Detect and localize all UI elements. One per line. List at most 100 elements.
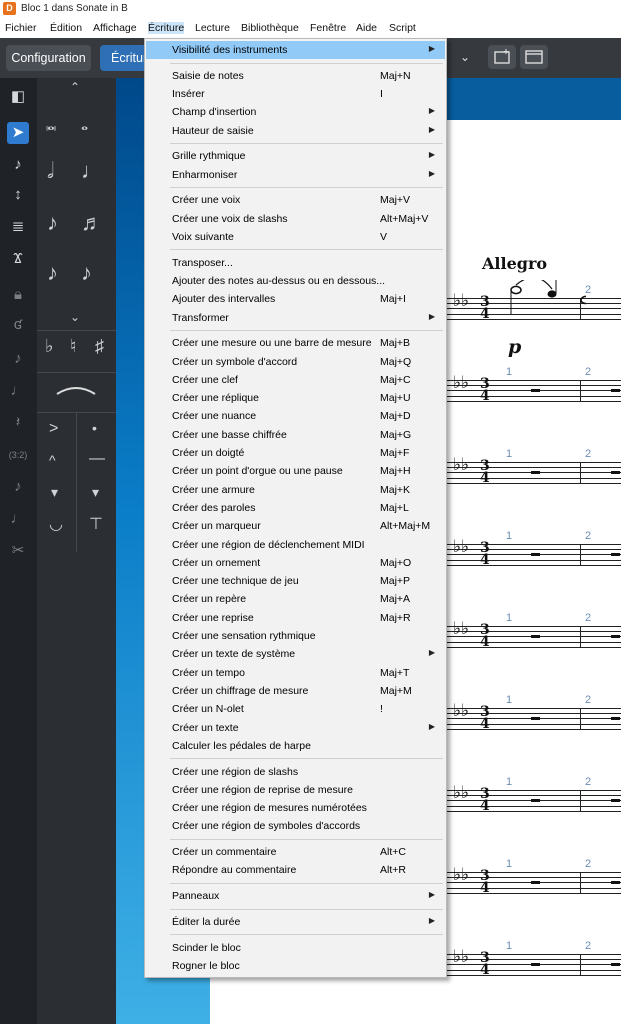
- tie-icon[interactable]: ʛ: [7, 314, 29, 336]
- rest-icon[interactable]: 𝄽: [7, 412, 29, 434]
- tuplet-icon[interactable]: ≣: [7, 216, 29, 238]
- chord-icon[interactable]: Ϫ: [7, 248, 29, 270]
- menu-item[interactable]: Créer un marqueur Alt+Maj+M: [146, 517, 445, 535]
- menu-item[interactable]: Créer un point d'orgue ou une pause Maj+H: [146, 462, 445, 480]
- whole-rest[interactable]: [611, 881, 620, 885]
- unstress-icon[interactable]: ⊤: [89, 514, 103, 534]
- menu-item[interactable]: Panneaux ▶: [146, 887, 445, 905]
- sixty-fourth-note-icon[interactable]: ♪: [81, 260, 92, 286]
- tab-configuration[interactable]: Configuration: [6, 45, 91, 71]
- dynamic-marking[interactable]: p: [508, 336, 521, 358]
- whole-note-icon[interactable]: 𝅝: [81, 114, 88, 135]
- menu-item[interactable]: Créer un ornement Maj+O: [146, 554, 445, 572]
- menu-item[interactable]: Créer une région de slashs: [146, 763, 445, 781]
- select-arrow-icon[interactable]: ➤: [7, 122, 29, 144]
- dotted-note-icon[interactable]: ♩: [7, 380, 29, 402]
- menu-item[interactable]: Créer un chiffrage de mesure Maj+M: [146, 682, 445, 700]
- menu-script[interactable]: Script: [389, 22, 416, 34]
- tempo-marking[interactable]: Allegro: [482, 254, 547, 273]
- quarter-note-icon[interactable]: ♩: [81, 158, 103, 184]
- staccato-icon[interactable]: •: [92, 420, 97, 436]
- menu-item[interactable]: Créer une mesure ou une barre de mesure M…: [146, 334, 445, 352]
- menu-item[interactable]: Ajouter des notes au-dessus ou en dessou…: [146, 272, 445, 290]
- whole-rest[interactable]: [611, 963, 620, 967]
- whole-rest[interactable]: [531, 471, 540, 475]
- menu-bibliotheque[interactable]: Bibliothèque: [241, 22, 299, 34]
- menu-item[interactable]: Créer une technique de jeu Maj+P: [146, 572, 445, 590]
- whole-rest[interactable]: [531, 389, 540, 393]
- menu-item[interactable]: Répondre au commentaire Alt+R: [146, 861, 445, 879]
- menu-item[interactable]: Créer un commentaire Alt+C: [146, 843, 445, 861]
- slur-icon[interactable]: [55, 384, 97, 399]
- menu-item[interactable]: Créer une région de symboles d'accords: [146, 817, 445, 835]
- menu-item[interactable]: Transformer ▶: [146, 309, 445, 327]
- menu-item[interactable]: Créer une reprise Maj+R: [146, 609, 445, 627]
- marcato-icon[interactable]: ^: [49, 452, 56, 468]
- stress-icon[interactable]: ◡: [49, 514, 63, 534]
- menu-item[interactable]: Créer une région de mesures numérotées: [146, 799, 445, 817]
- menu-item[interactable]: Créer une basse chiffrée Maj+G: [146, 426, 445, 444]
- menu-fichier[interactable]: Fichier: [5, 22, 37, 34]
- chevron-up-icon[interactable]: ⌃: [70, 80, 80, 94]
- menu-item[interactable]: Créer un symbole d'accord Maj+Q: [146, 353, 445, 371]
- menu-item[interactable]: Calculer les pédales de harpe: [146, 737, 445, 755]
- menu-lecture[interactable]: Lecture: [195, 22, 230, 34]
- whole-rest[interactable]: [611, 553, 620, 557]
- breve-icon[interactable]: 𝅜: [46, 114, 56, 135]
- menu-item[interactable]: Créer une voix Maj+V: [146, 191, 445, 209]
- grace-note-icon[interactable]: ♪: [7, 476, 29, 498]
- add-note-icon[interactable]: ♪: [7, 348, 29, 370]
- thirty-second-note-icon[interactable]: ♪: [47, 260, 58, 286]
- whole-rest[interactable]: [531, 799, 540, 803]
- whole-rest[interactable]: [611, 389, 620, 393]
- whole-rest[interactable]: [611, 471, 620, 475]
- menu-item[interactable]: Créer une clef Maj+C: [146, 371, 445, 389]
- tenuto-icon[interactable]: —: [89, 450, 105, 468]
- menu-item[interactable]: Voix suivante V: [146, 228, 445, 246]
- whole-rest[interactable]: [531, 717, 540, 721]
- menu-item[interactable]: Créer une réplique Maj+U: [146, 389, 445, 407]
- menu-item[interactable]: Créer une nuance Maj+D: [146, 407, 445, 425]
- menu-item[interactable]: Grille rythmique ▶: [146, 147, 445, 165]
- natural-icon[interactable]: ♮: [70, 336, 76, 357]
- panel-toggle-icon[interactable]: ◧: [7, 86, 29, 108]
- menu-item[interactable]: Saisie de notes Maj+N: [146, 67, 445, 85]
- flat-icon[interactable]: ♭: [45, 336, 54, 357]
- menu-item[interactable]: Hauteur de saisie ▶: [146, 122, 445, 140]
- whole-rest[interactable]: [611, 635, 620, 639]
- menu-item[interactable]: Scinder le bloc: [146, 939, 445, 957]
- menu-item[interactable]: Créer une sensation rythmique: [146, 627, 445, 645]
- menu-item[interactable]: Champ d'insertion ▶: [146, 103, 445, 121]
- sharp-icon[interactable]: ♯: [95, 336, 104, 357]
- menu-item[interactable]: Créer un doigté Maj+F: [146, 444, 445, 462]
- menu-item[interactable]: Créer un texte de système ▶: [146, 645, 445, 663]
- insert-icon[interactable]: ↕: [7, 184, 29, 206]
- whole-rest[interactable]: [531, 963, 540, 967]
- whole-rest[interactable]: [531, 635, 540, 639]
- menu-item[interactable]: Rogner le bloc: [146, 957, 445, 975]
- wedge-icon[interactable]: ▾: [92, 484, 99, 501]
- menu-item[interactable]: Ajouter des intervalles Maj+I: [146, 290, 445, 308]
- menu-item[interactable]: Insérer I: [146, 85, 445, 103]
- menu-item[interactable]: Créer un texte ▶: [146, 719, 445, 737]
- whole-rest[interactable]: [531, 881, 540, 885]
- menu-affichage[interactable]: Affichage: [93, 22, 137, 34]
- lock-icon[interactable]: 🔒︎: [7, 284, 29, 306]
- menu-item[interactable]: Créer des paroles Maj+L: [146, 499, 445, 517]
- menu-item[interactable]: Transposer...: [146, 254, 445, 272]
- menu-item[interactable]: Créer un tempo Maj+T: [146, 664, 445, 682]
- menu-item[interactable]: Créer un repère Maj+A: [146, 590, 445, 608]
- scissors-icon[interactable]: ✂: [7, 540, 29, 562]
- menu-item[interactable]: Enharmoniser ▶: [146, 166, 445, 184]
- menu-item[interactable]: Créer une région de reprise de mesure: [146, 781, 445, 799]
- menu-item[interactable]: Créer une voix de slashs Alt+Maj+V: [146, 210, 445, 228]
- menu-item[interactable]: Créer une armure Maj+K: [146, 481, 445, 499]
- whole-rest[interactable]: [611, 717, 620, 721]
- menu-item[interactable]: Visibilité des instruments ▶: [146, 41, 445, 59]
- chevron-down-icon[interactable]: ⌄: [460, 50, 470, 64]
- whole-rest[interactable]: [611, 799, 620, 803]
- staccatissimo-icon[interactable]: ▾: [51, 484, 58, 501]
- tuplet-32-icon[interactable]: (3:2): [7, 444, 29, 466]
- eighth-note-icon[interactable]: ♪: [47, 210, 58, 236]
- chevron-down-icon[interactable]: ⌄: [70, 310, 80, 324]
